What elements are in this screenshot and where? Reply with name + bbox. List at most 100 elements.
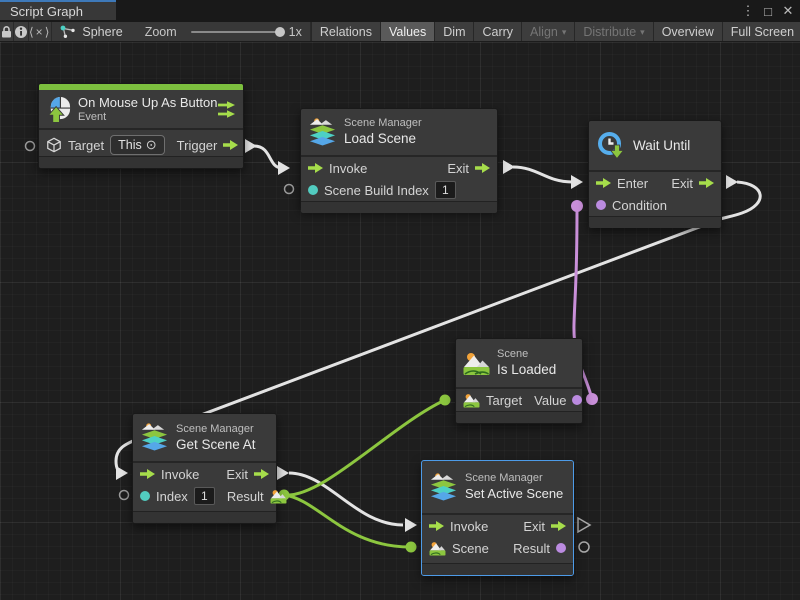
port-row-target-value[interactable]: Target Value [456,389,582,411]
port-row-invoke-exit[interactable]: Invoke Exit [301,157,497,179]
port-row-scene-result[interactable]: Scene Result [422,537,573,559]
node-footer [422,563,573,575]
invoke-label: Invoke [329,161,367,176]
zoom-slider-handle[interactable] [275,27,285,37]
flow-arrow-icon[interactable] [699,177,714,189]
node-footer [589,216,721,228]
node-set-active-scene[interactable]: Scene Manager Set Active Scene Invoke Ex… [421,460,574,576]
node-title: Set Active Scene [465,485,563,502]
target-label: Target [68,138,104,153]
port-setactive-scene-in[interactable] [406,542,417,553]
index-input[interactable]: 1 [194,487,215,505]
wire-arrowhead [405,518,417,532]
value-port-icon[interactable] [572,395,582,405]
relations-button[interactable]: Relations [311,22,380,41]
port-row-invoke-exit[interactable]: Invoke Exit [133,463,276,485]
node-title: Load Scene [344,130,422,147]
flow-arrow-icon[interactable] [140,468,155,480]
port-row-enter-exit[interactable]: Enter Exit [589,172,721,194]
flow-arrow-icon[interactable] [429,520,444,532]
flow-arrow-icon[interactable] [596,177,611,189]
info-button[interactable] [14,22,29,41]
chevron-down-icon: ▾ [562,27,567,38]
value-port-icon[interactable] [308,185,318,195]
target-picker-icon[interactable]: ⊙ [146,137,157,153]
wire-trigger-to-loadscene[interactable] [254,146,282,168]
value-port-icon[interactable] [556,543,566,553]
kebab-menu-icon[interactable]: ⋮ [740,2,756,20]
port-getsceneat-exit[interactable] [277,466,289,480]
target-object-field[interactable]: This ⊙ [110,135,165,155]
scene-port-icon[interactable] [429,541,446,556]
node-is-loaded[interactable]: Scene Is Loaded Target Value [455,338,583,424]
scene-build-index-label: Scene Build Index [324,183,429,198]
exit-label: Exit [671,176,693,191]
flow-arrow-icon[interactable] [308,162,323,174]
maximize-icon[interactable]: □ [760,2,776,20]
node-title: Wait Until [633,137,690,154]
code-icon: ⟨×⟩ [29,25,51,39]
graph-icon [60,25,76,39]
dim-button[interactable]: Dim [434,22,473,41]
flow-arrow-icon[interactable] [254,468,269,480]
lock-button[interactable] [0,22,14,41]
values-button[interactable]: Values [380,22,434,41]
cube-icon [46,137,62,153]
node-get-scene-at[interactable]: Scene Manager Get Scene At Invoke Exit I… [132,413,277,524]
port-onmouseup-target-empty[interactable] [26,142,35,151]
port-waituntil-exit[interactable] [726,175,738,189]
wait-clock-icon [596,131,626,161]
node-wait-until[interactable]: Wait Until Enter Exit Condition [588,120,722,228]
flow-arrow-icon[interactable] [475,162,490,174]
port-row-condition[interactable]: Condition [589,194,721,216]
wire-loadscene-to-waituntil[interactable] [513,167,572,182]
node-footer [133,511,276,523]
script-graph-window: Script Graph ⋮ □ ✕ ⟨×⟩ Sphere Zoom [0,0,800,600]
flow-arrow-icon[interactable] [551,520,566,532]
port-row-index-result[interactable]: Index 1 Result [133,485,276,507]
scene-manager-icon [140,422,169,453]
port-isloaded-target[interactable] [440,395,451,406]
code-view-button[interactable]: ⟨×⟩ [29,22,52,41]
lock-icon [0,25,13,39]
port-index-empty[interactable] [120,491,129,500]
condition-label: Condition [612,198,667,213]
scene-manager-icon [308,117,337,148]
port-loadscene-exit[interactable] [503,160,515,174]
target-label: Target [486,393,522,408]
tab-script-graph[interactable]: Script Graph [0,0,116,20]
port-row-target[interactable]: Target This ⊙ Trigger [39,134,243,156]
value-port-icon[interactable] [596,200,606,210]
scene-port-icon[interactable] [463,393,480,408]
graph-toolbar: ⟨×⟩ Sphere Zoom 1x Relations Values Dim … [0,22,800,42]
wire-getsceneat-to-setactive[interactable] [289,473,403,525]
distribute-button[interactable]: Distribute ▾ [574,22,652,41]
wire-arrowhead [116,466,128,480]
node-on-mouse-up-as-button[interactable]: On Mouse Up As Button Event Target [38,83,244,169]
overview-button[interactable]: Overview [653,22,722,41]
port-buildindex-empty[interactable] [285,185,294,194]
carry-button[interactable]: Carry [473,22,521,41]
scene-build-index-input[interactable]: 1 [435,181,456,199]
exit-label: Exit [447,161,469,176]
zoom-slider[interactable] [191,31,283,33]
port-row-scene-build-index[interactable]: Scene Build Index 1 [301,179,497,201]
close-icon[interactable]: ✕ [780,2,796,20]
align-button[interactable]: Align ▾ [521,22,574,41]
graph-canvas[interactable]: On Mouse Up As Button Event Target [0,42,800,600]
node-title: Is Loaded [497,361,556,378]
value-port-icon[interactable] [140,491,150,501]
node-load-scene[interactable]: Scene Manager Load Scene Invoke Exit Sce… [300,108,498,210]
port-setactive-exit-empty[interactable] [578,518,590,532]
port-setactive-result-empty[interactable] [579,542,589,552]
full-screen-button[interactable]: Full Screen [722,22,800,41]
node-title: On Mouse Up As Button [78,94,203,111]
scene-port-icon[interactable] [270,489,287,504]
port-isloaded-value[interactable] [586,393,598,405]
port-waituntil-condition-in[interactable] [571,200,583,212]
port-trigger-out[interactable] [245,139,257,153]
node-footer [301,201,497,213]
port-row-invoke-exit[interactable]: Invoke Exit [422,515,573,537]
tab-title: Script Graph [10,4,83,19]
flow-arrow-icon[interactable] [223,139,238,151]
